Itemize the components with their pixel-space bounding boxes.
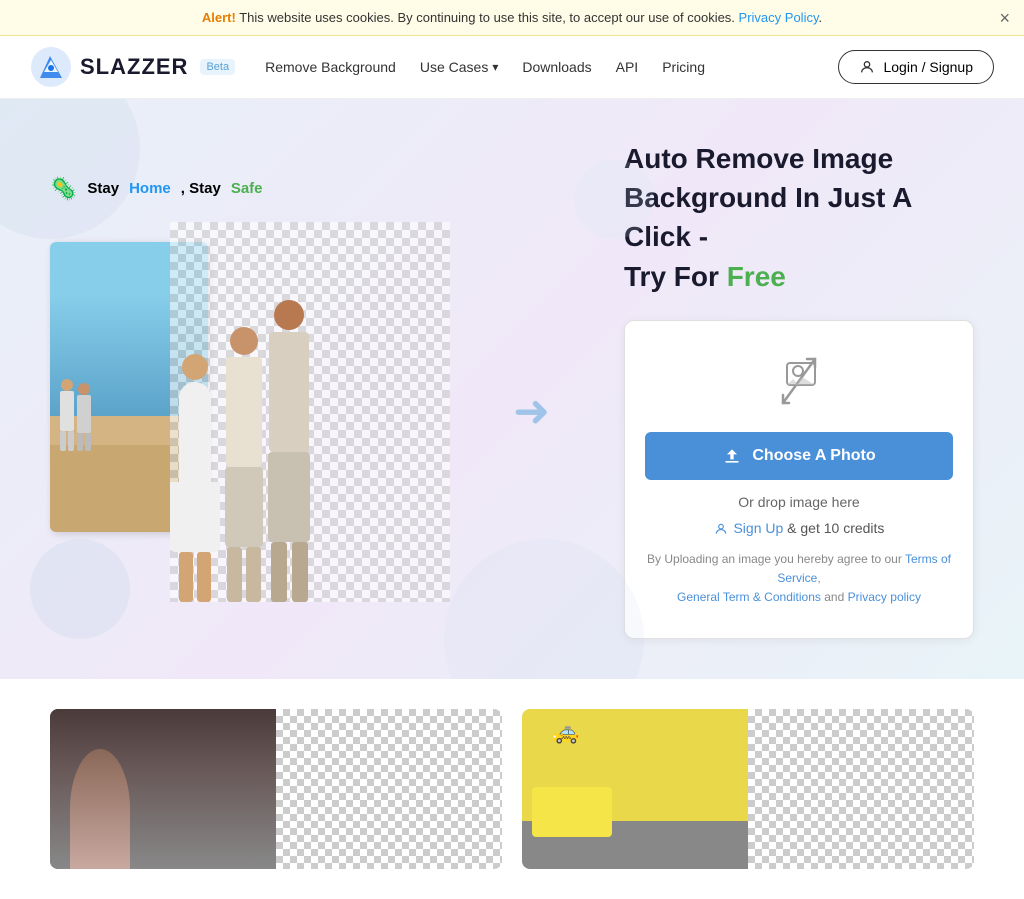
before-after-card-2: before after 🚕 (522, 709, 974, 869)
hero-title-line3: Try For (624, 261, 727, 292)
slazzer-logo-icon (30, 46, 72, 88)
hero-title-line2: Background In Just A Click - (624, 182, 911, 252)
login-area: Login / Signup (838, 50, 994, 84)
after-image-1 (276, 709, 502, 869)
credits-text: & get 10 credits (787, 520, 884, 536)
before-image-1 (50, 709, 276, 869)
before-image-2: 🚕 (522, 709, 748, 869)
privacy-policy-link[interactable]: Privacy Policy (739, 10, 819, 25)
signup-link[interactable]: Sign Up (733, 520, 783, 536)
upload-arrow-icon (722, 446, 742, 466)
upload-box: Choose A Photo Or drop image here Sign U… (624, 320, 974, 639)
hero-title-line1: Auto Remove Image (624, 143, 893, 174)
cookie-message: This website uses cookies. By continuing… (239, 10, 735, 25)
hero-title: Auto Remove Image Background In Just A C… (624, 139, 974, 296)
navbar: SLAZZER Beta Remove Background Use Cases… (0, 36, 1024, 99)
safe-word: Safe (231, 180, 263, 197)
free-word: Free (727, 261, 786, 292)
comma-text: , Stay (181, 180, 221, 197)
general-terms-link[interactable]: General Term & Conditions (677, 590, 821, 604)
arrow-icon: ➜ (513, 390, 550, 434)
signup-icon (714, 522, 728, 536)
cookie-close-button[interactable]: × (999, 9, 1010, 27)
nav-api[interactable]: API (616, 59, 639, 75)
stay-home-badge: 🦠 Stay Home , Stay Safe (50, 176, 594, 202)
nav-use-cases[interactable]: Use Cases (420, 59, 499, 75)
nav-links: Remove Background Use Cases Downloads AP… (265, 59, 838, 75)
alert-label: Alert! (202, 10, 236, 25)
no-photo-icon (769, 351, 829, 411)
hero-illustration: ➜ (50, 222, 550, 602)
nav-pricing[interactable]: Pricing (662, 59, 705, 75)
logo[interactable]: SLAZZER Beta (30, 46, 235, 88)
cutout-figures (170, 222, 310, 602)
nav-remove-background[interactable]: Remove Background (265, 59, 396, 75)
choose-photo-button[interactable]: Choose A Photo (645, 432, 953, 480)
hero-left: 🦠 Stay Home , Stay Safe (50, 176, 594, 602)
before-after-card-1: before after (50, 709, 502, 869)
virus-icon: 🦠 (50, 176, 77, 202)
logo-text: SLAZZER (80, 54, 188, 80)
beta-badge: Beta (200, 59, 235, 75)
login-signup-button[interactable]: Login / Signup (838, 50, 994, 84)
terms-text: By Uploading an image you hereby agree t… (645, 550, 953, 608)
before-after-section: before after before after 🚕 (0, 679, 1024, 899)
nav-downloads[interactable]: Downloads (522, 59, 591, 75)
choose-photo-label: Choose A Photo (752, 447, 875, 465)
after-image-2 (748, 709, 974, 869)
upload-icon-container (645, 351, 953, 416)
home-word: Home (129, 180, 171, 197)
drop-text: Or drop image here (645, 494, 953, 510)
user-icon (859, 59, 875, 75)
signup-line: Sign Up & get 10 credits (645, 520, 953, 536)
hero-section: 🦠 Stay Home , Stay Safe (0, 99, 1024, 679)
stay-text: Stay (87, 180, 119, 197)
cookie-banner: Alert! This website uses cookies. By con… (0, 0, 1024, 36)
privacy-policy-footer-link[interactable]: Privacy policy (848, 590, 921, 604)
